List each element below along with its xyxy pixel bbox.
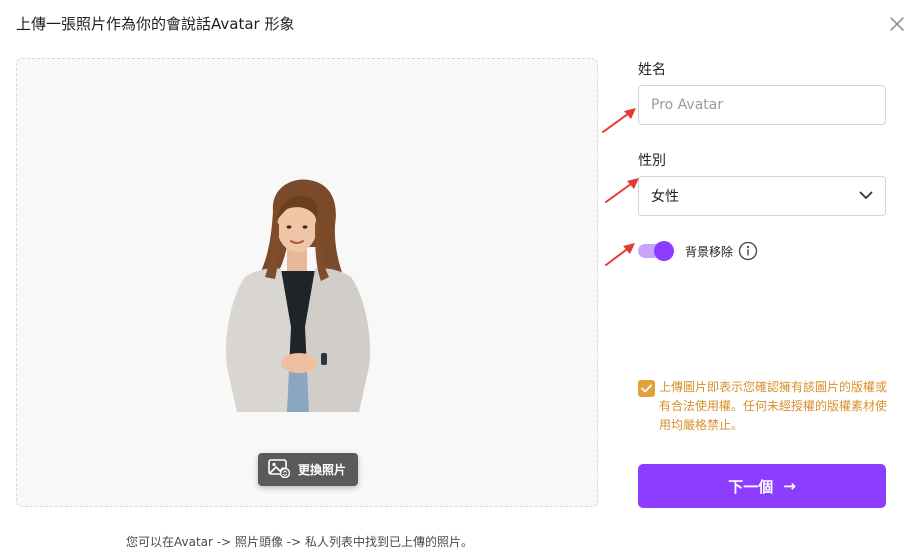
dialog-title: 上傳一張照片作為你的會說話Avatar 形象: [16, 15, 295, 33]
background-removal-label: 背景移除: [685, 245, 734, 259]
name-input[interactable]: [638, 85, 886, 125]
close-icon[interactable]: [886, 13, 908, 35]
consent-checkbox[interactable]: [638, 380, 655, 397]
consent-text: 上傳圖片即表示您確認擁有該圖片的版權或有合法使用權。任何未經授權的版權素材使用均…: [659, 380, 888, 432]
name-label: 姓名: [638, 62, 666, 78]
annotation-arrow-icon: [602, 108, 636, 133]
gender-label: 性別: [638, 153, 666, 169]
gender-select[interactable]: 女性: [638, 176, 886, 216]
chevron-down-icon: [859, 188, 873, 204]
photo-upload-area[interactable]: 更換照片: [16, 58, 598, 507]
next-label: 下一個: [728, 477, 774, 496]
next-button[interactable]: 下一個 →: [638, 464, 886, 508]
annotation-arrow-icon: [605, 178, 639, 203]
upload-hint: 您可以在Avatar -> 照片頭像 -> 私人列表中找到已上傳的照片。: [126, 535, 473, 549]
replace-photo-label: 更換照片: [298, 463, 347, 477]
uploaded-photo: [225, 179, 371, 412]
gender-value: 女性: [651, 189, 679, 205]
arrow-right-icon: →: [783, 477, 796, 495]
info-icon[interactable]: [738, 241, 758, 261]
background-removal-toggle[interactable]: [638, 241, 674, 261]
annotation-arrow-icon: [605, 243, 635, 266]
image-swap-icon: [268, 458, 291, 481]
replace-photo-button[interactable]: 更換照片: [258, 453, 358, 486]
